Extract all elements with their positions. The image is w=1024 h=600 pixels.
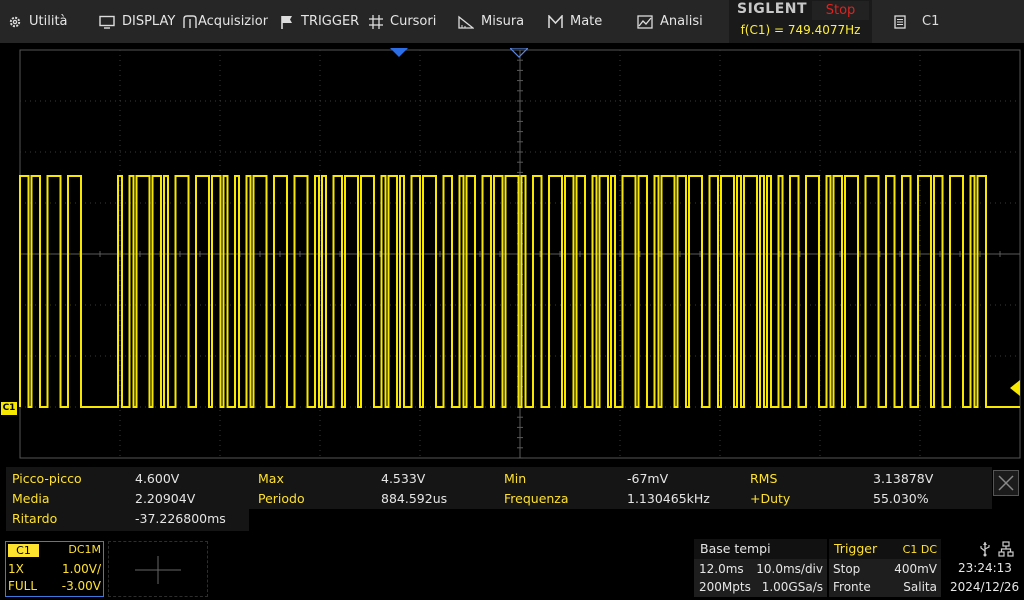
menu-trigger-label: TRIGGER [301, 14, 360, 29]
meas-value-rms: 3.13878V [873, 471, 934, 486]
measurement-close-button[interactable] [993, 470, 1019, 496]
menu-analisi-label: Analisi [660, 14, 703, 29]
menu-mate-label: Mate [570, 14, 603, 29]
trigger-level-marker[interactable] [1010, 380, 1020, 396]
menu-mate[interactable]: Mate [548, 0, 608, 43]
plus-icon [135, 556, 181, 584]
channel-bandwidth: FULL [8, 579, 38, 593]
menu-misura-label: Misura [481, 14, 525, 29]
menu-acquisizione-label: Acquisizione [198, 14, 268, 29]
meas-value-frequenza: 1.130465kHz [627, 491, 710, 506]
menu-analisi[interactable]: Analisi [637, 0, 712, 43]
siglent-logo: SIGLENT [737, 1, 808, 17]
trigger-type: Fronte [833, 580, 871, 594]
channel-offset-marker[interactable]: C1 [1, 402, 17, 415]
trigger-level: 400mV [894, 562, 937, 576]
meas-value-periodo: 884.592us [381, 491, 448, 506]
channel-scale: 1.00V/ [62, 562, 101, 576]
timebase-title: Base tempi [700, 541, 771, 556]
meas-value-min: -67mV [627, 471, 669, 486]
meas-value-duty: 55.030% [873, 491, 929, 506]
menu-misura[interactable]: Misura [458, 0, 528, 43]
close-icon [998, 475, 1014, 491]
brand-panel: SIGLENT Stop f(C1) = 749.4077Hz [729, 0, 872, 43]
trigger-source: C1 DC [902, 543, 937, 556]
network-icon [998, 541, 1014, 557]
channel-probe: 1X [8, 562, 24, 576]
meas-value-picco: 4.600V [135, 471, 180, 486]
timebase-sample-rate: 1.00GSa/s [761, 580, 823, 594]
menu-acquisizione[interactable]: Acquisizione [183, 0, 268, 43]
timebase-scale: 10.0ms/div [756, 562, 823, 576]
meas-value-ritardo: -37.226800ms [135, 511, 226, 526]
meas-label-ritardo: Ritardo [12, 511, 58, 526]
acquire-icon [183, 14, 197, 28]
menu-display[interactable]: DISPLAY [99, 0, 177, 43]
clock-time: 23:24:13 [958, 561, 1012, 575]
menu-display-label: DISPLAY [122, 14, 176, 29]
trigger-panel[interactable]: Trigger C1 DC Stop 400mV Fronte Salita [829, 539, 941, 597]
menu-cursori-label: Cursori [390, 14, 437, 29]
frequency-counter-readout: f(C1) = 749.4077Hz [740, 23, 861, 37]
meas-label-rms: RMS [750, 471, 778, 486]
channel-c1-label: C1 [8, 544, 39, 557]
menu-utilita-label: Utilità [29, 14, 68, 29]
meas-label-periodo: Periodo [258, 491, 305, 506]
add-channel-slot[interactable] [108, 541, 208, 597]
gear-icon [9, 16, 21, 27]
meas-label-max: Max [258, 471, 284, 486]
crosshair-icon [369, 14, 383, 29]
usb-icon [980, 542, 990, 557]
meas-label-media: Media [12, 491, 50, 506]
monitor-icon [99, 15, 115, 29]
channel-offset: -3.00V [61, 579, 101, 593]
menu-utilita[interactable]: Utilità [8, 0, 88, 43]
meas-value-media: 2.20904V [135, 491, 196, 506]
waveform-display[interactable] [0, 44, 1024, 464]
measurement-table: Picco-picco 4.600V Max 4.533V Min -67mV … [6, 467, 992, 531]
flag-icon [281, 15, 292, 29]
channel-menu-label: C1 [922, 14, 940, 29]
channel-c1-settings[interactable]: C1 DC1M 1X 1.00V/ FULL -3.00V [5, 541, 104, 597]
meas-label-frequenza: Frequenza [504, 491, 569, 506]
ruler-icon [458, 15, 474, 29]
timebase-memory: 200Mpts [699, 580, 751, 594]
channel-doc-icon [894, 14, 906, 29]
clock-date: 2024/12/26 [950, 580, 1020, 594]
channel-menu-c1[interactable]: C1 [876, 0, 1024, 43]
trigger-slope: Salita [903, 580, 937, 594]
analysis-icon [637, 14, 653, 29]
graticule-grid [19, 49, 1021, 459]
menu-cursori[interactable]: Cursori [369, 0, 444, 43]
timebase-delay: 12.0ms [699, 562, 744, 576]
timebase-panel[interactable]: Base tempi 12.0ms 10.0ms/div 200Mpts 1.0… [694, 539, 827, 597]
meas-label-min: Min [504, 471, 527, 486]
time-zero-marker [510, 48, 528, 58]
system-status: 23:24:13 2024/12/26 [946, 539, 1022, 597]
meas-label-picco: Picco-picco [12, 471, 82, 486]
channel-coupling: DC1M [68, 543, 101, 556]
trigger-position-marker[interactable] [390, 48, 408, 58]
menu-trigger[interactable]: TRIGGER [280, 0, 360, 43]
top-menu-bar: Utilità DISPLAY Acquisizione TRIGGER Cur… [0, 0, 1024, 43]
run-stop-status[interactable]: Stop [812, 1, 869, 20]
meas-label-duty: +Duty [750, 491, 791, 506]
trigger-mode: Stop [833, 562, 861, 576]
trigger-title: Trigger [834, 541, 878, 556]
meas-value-max: 4.533V [381, 471, 426, 486]
math-icon [548, 14, 563, 28]
